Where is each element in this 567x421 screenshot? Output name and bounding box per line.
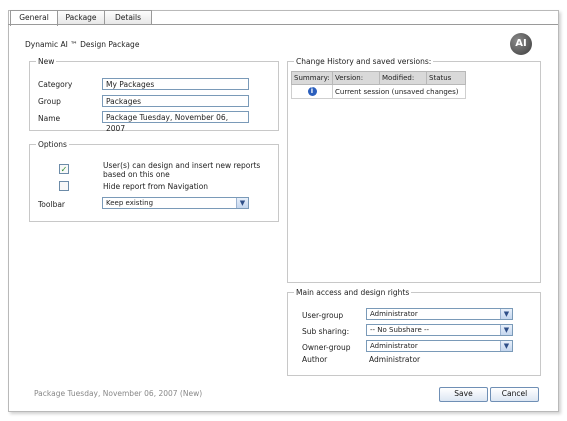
- author-value: Administrator: [369, 355, 421, 364]
- toolbar-select-value: Keep existing: [106, 199, 154, 207]
- sub-sharing-value: -- No Subshare --: [370, 326, 430, 334]
- design-insert-checkbox[interactable]: ✓: [59, 164, 69, 174]
- history-session-cell: Current session (unsaved changes): [332, 84, 466, 99]
- table-row[interactable]: i Current session (unsaved changes): [291, 84, 466, 99]
- chevron-down-icon: ▼: [500, 341, 512, 351]
- user-group-select[interactable]: Administrator ▼: [366, 308, 513, 320]
- tab-bar: General Package Details: [10, 10, 152, 26]
- tab-details[interactable]: Details: [104, 10, 152, 25]
- owner-group-label: Owner-group: [302, 343, 351, 352]
- hide-report-checkbox[interactable]: [59, 181, 69, 191]
- user-group-label: User-group: [302, 311, 344, 320]
- cancel-button[interactable]: Cancel: [490, 387, 539, 402]
- tab-divider: [8, 24, 558, 25]
- group-input[interactable]: Packages: [102, 95, 249, 107]
- history-col-status: Status: [426, 71, 466, 85]
- chevron-down-icon: ▼: [500, 309, 512, 319]
- author-label: Author: [302, 355, 328, 364]
- design-insert-label: User(s) can design and insert new report…: [103, 161, 261, 170]
- design-insert-label-line2: based on this one: [103, 170, 170, 179]
- sub-sharing-label: Sub sharing:: [302, 327, 350, 336]
- name-input[interactable]: Package Tuesday, November 06, 2007: [102, 111, 249, 133]
- history-summary-cell: i: [291, 84, 333, 99]
- toolbar-label: Toolbar: [38, 200, 66, 209]
- new-section-legend: New: [38, 57, 55, 66]
- chevron-down-icon: ▼: [500, 325, 512, 335]
- history-table: Summary: Version: Modified: Status i Cur…: [291, 71, 466, 99]
- category-label: Category: [38, 80, 73, 89]
- tab-package[interactable]: Package: [57, 10, 105, 25]
- toolbar-select[interactable]: Keep existing ▼: [102, 197, 249, 209]
- history-col-summary: Summary:: [291, 71, 333, 85]
- options-section-legend: Options: [38, 140, 67, 149]
- category-input[interactable]: My Packages: [102, 78, 249, 90]
- save-button[interactable]: Save: [439, 387, 488, 402]
- owner-group-value: Administrator: [370, 342, 418, 350]
- info-icon[interactable]: i: [307, 87, 317, 96]
- name-label: Name: [38, 114, 61, 123]
- chevron-down-icon: ▼: [236, 198, 248, 208]
- group-label: Group: [38, 97, 61, 106]
- footer-status-text: Package Tuesday, November 06, 2007 (New): [34, 389, 203, 398]
- owner-group-select[interactable]: Administrator ▼: [366, 340, 513, 352]
- history-header-row: Summary: Version: Modified: Status: [291, 71, 466, 85]
- hide-report-label: Hide report from Navigation: [103, 182, 209, 191]
- page-title: Dynamic AI ™ Design Package: [25, 40, 140, 49]
- user-group-value: Administrator: [370, 310, 418, 318]
- sub-sharing-select[interactable]: -- No Subshare -- ▼: [366, 324, 513, 336]
- history-col-version: Version:: [332, 71, 380, 85]
- history-section-legend: Change History and saved versions:: [296, 57, 432, 66]
- dynamic-ai-logo-icon: AI: [510, 33, 532, 55]
- access-section-legend: Main access and design rights: [296, 288, 410, 297]
- history-col-modified: Modified:: [379, 71, 427, 85]
